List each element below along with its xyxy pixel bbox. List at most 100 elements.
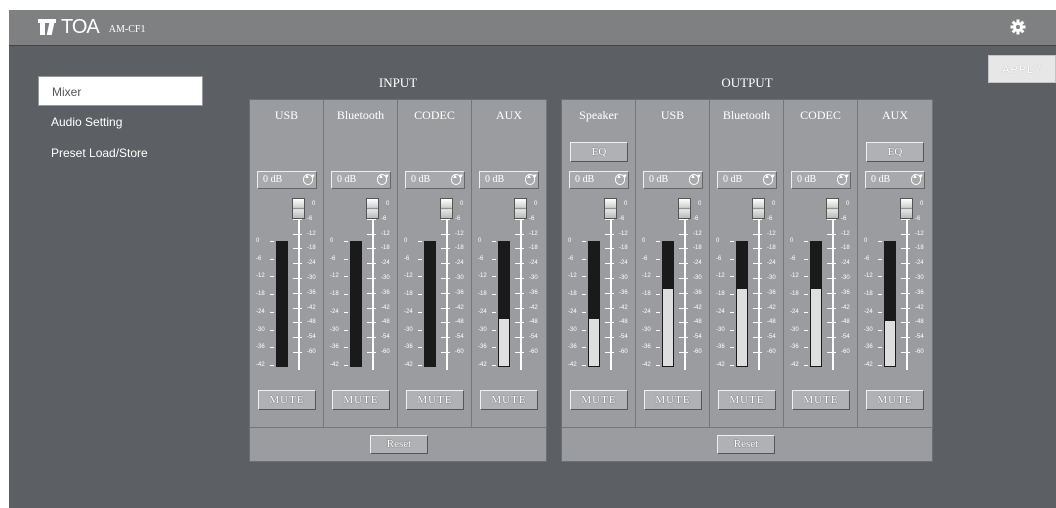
fader-tick bbox=[293, 352, 302, 353]
fader-scale-label: -48 bbox=[529, 319, 538, 325]
mute-button[interactable]: MUTE bbox=[644, 390, 702, 410]
mute-button[interactable]: MUTE bbox=[480, 390, 538, 410]
gain-select[interactable]: 0 dB ▲▼ bbox=[643, 171, 703, 189]
fader-scale-label: -54 bbox=[455, 334, 464, 340]
gain-select[interactable]: 0 dB ▲▼ bbox=[405, 171, 465, 189]
apply-button[interactable]: APPLY bbox=[988, 55, 1056, 83]
fader-tick bbox=[367, 293, 376, 294]
fader-scale-label: -24 bbox=[767, 260, 776, 266]
gain-select[interactable]: 0 dB ▲▼ bbox=[791, 171, 851, 189]
mute-button[interactable]: MUTE bbox=[332, 390, 390, 410]
fader-tick bbox=[367, 308, 376, 309]
input-section-title: INPUT bbox=[378, 75, 418, 90]
nav-item-mixer[interactable]: Mixer bbox=[38, 76, 203, 106]
channel-strip: USB 0 dB ▲▼ 0 -6 -12 -18 -24 -30 -36 -42 0 -6 -12 -18 -… bbox=[250, 100, 324, 427]
fader-scale-label: -12 bbox=[915, 231, 924, 237]
channel-name: AUX bbox=[882, 108, 908, 122]
output-reset-row: Reset bbox=[562, 427, 932, 462]
fader-knob[interactable] bbox=[752, 198, 765, 219]
fader-tick bbox=[901, 293, 910, 294]
fader-scale-label: -42 bbox=[381, 305, 390, 311]
meter-tick bbox=[270, 294, 274, 295]
meter-scale-label: -30 bbox=[716, 327, 725, 333]
mute-button[interactable]: MUTE bbox=[866, 390, 924, 410]
fader-tick bbox=[367, 263, 376, 264]
fader-tick bbox=[515, 278, 524, 279]
meter-scale-label: -6 bbox=[404, 256, 410, 262]
meter-tick bbox=[656, 312, 660, 313]
meter-scale-label: 0 bbox=[330, 238, 334, 244]
fader-knob[interactable] bbox=[678, 198, 691, 219]
gain-select[interactable]: 0 dB ▲▼ bbox=[479, 171, 539, 189]
meter-scale-label: -12 bbox=[256, 273, 265, 279]
mute-button[interactable]: MUTE bbox=[718, 390, 776, 410]
meter-scale-label: -18 bbox=[478, 291, 487, 297]
eq-button[interactable]: EQ bbox=[570, 142, 628, 162]
fader-knob[interactable] bbox=[440, 198, 453, 219]
meter-scale-label: -24 bbox=[790, 309, 799, 315]
mute-button[interactable]: MUTE bbox=[570, 390, 628, 410]
fader-scale-label: -30 bbox=[915, 275, 924, 281]
fader-scale: 0 -6 -12 -18 -24 -30 -36 -42 -48 -54 -60 bbox=[753, 201, 779, 355]
fader-knob[interactable] bbox=[604, 198, 617, 219]
output-reset-button[interactable]: Reset bbox=[717, 435, 775, 454]
fader-scale-label: -36 bbox=[307, 290, 316, 296]
mute-button[interactable]: MUTE bbox=[792, 390, 850, 410]
fader-scale-label: -12 bbox=[767, 231, 776, 237]
fader-tick bbox=[605, 219, 614, 220]
fader-scale-label: -48 bbox=[619, 319, 628, 325]
fader-tick bbox=[605, 293, 614, 294]
level-meter bbox=[498, 241, 510, 367]
fader-knob[interactable] bbox=[514, 198, 527, 219]
gain-select[interactable]: 0 dB ▲▼ bbox=[717, 171, 777, 189]
fader-scale-label: -60 bbox=[307, 349, 316, 355]
fader-tick bbox=[441, 263, 450, 264]
nav-item-audio-setting[interactable]: Audio Setting bbox=[38, 107, 203, 137]
gear-icon[interactable] bbox=[1010, 19, 1026, 35]
meter-tick bbox=[344, 312, 348, 313]
gain-value: 0 dB bbox=[649, 174, 669, 185]
fader-knob[interactable] bbox=[900, 198, 913, 219]
channel-strip: CODEC 0 dB ▲▼ 0 -6 -12 -18 -24 -30 -36 -42 0 -6 -12 -1… bbox=[784, 100, 858, 427]
fader-scale-label: -42 bbox=[767, 305, 776, 311]
fader-knob[interactable] bbox=[292, 198, 305, 219]
fader-scale-label: -30 bbox=[841, 275, 850, 281]
fader-tick bbox=[901, 263, 910, 264]
meter-scale-label: -24 bbox=[330, 309, 339, 315]
gain-value: 0 dB bbox=[871, 174, 891, 185]
gain-select[interactable]: 0 dB ▲▼ bbox=[257, 171, 317, 189]
level-meter bbox=[276, 241, 288, 367]
fader-scale-label: 0 bbox=[846, 201, 850, 207]
fader-knob[interactable] bbox=[826, 198, 839, 219]
meter-tick bbox=[492, 259, 496, 260]
input-reset-button[interactable]: Reset bbox=[370, 435, 428, 454]
updown-arrow-icon: ▲▼ bbox=[525, 174, 538, 185]
fader-tick bbox=[827, 352, 836, 353]
eq-button[interactable]: EQ bbox=[866, 142, 924, 162]
fader-scale-label: -60 bbox=[841, 349, 850, 355]
nav-item-preset-load-store[interactable]: Preset Load/Store bbox=[38, 138, 203, 168]
fader-scale-label: -12 bbox=[529, 231, 538, 237]
gain-select[interactable]: 0 dB ▲▼ bbox=[331, 171, 391, 189]
gain-select[interactable]: 0 dB ▲▼ bbox=[569, 171, 629, 189]
fader-scale-label: -60 bbox=[381, 349, 390, 355]
meter-tick bbox=[344, 294, 348, 295]
fader-scale-label: -12 bbox=[619, 231, 628, 237]
mute-button[interactable]: MUTE bbox=[258, 390, 316, 410]
meter-scale-label: -18 bbox=[642, 291, 651, 297]
meter-tick bbox=[878, 276, 882, 277]
fader-knob[interactable] bbox=[366, 198, 379, 219]
meter-tick bbox=[492, 241, 496, 242]
meter-scale-label: -6 bbox=[642, 256, 648, 262]
fader-scale-label: -60 bbox=[915, 349, 924, 355]
mute-button[interactable]: MUTE bbox=[406, 390, 464, 410]
updown-arrow-icon: ▲▼ bbox=[451, 174, 464, 185]
meter-scale-label: -30 bbox=[256, 327, 265, 333]
channel-strip: USB 0 dB ▲▼ 0 -6 -12 -18 -24 -30 -36 -42 0 -6 -12 -18 -… bbox=[636, 100, 710, 427]
gain-select[interactable]: 0 dB ▲▼ bbox=[865, 171, 925, 189]
fader-scale-label: -60 bbox=[693, 349, 702, 355]
meter-tick bbox=[344, 241, 348, 242]
meter-scale: 0 -6 -12 -18 -24 -30 -36 -42 bbox=[404, 238, 424, 368]
fader-scale-label: -30 bbox=[619, 275, 628, 281]
updown-arrow-icon: ▲▼ bbox=[303, 174, 316, 185]
